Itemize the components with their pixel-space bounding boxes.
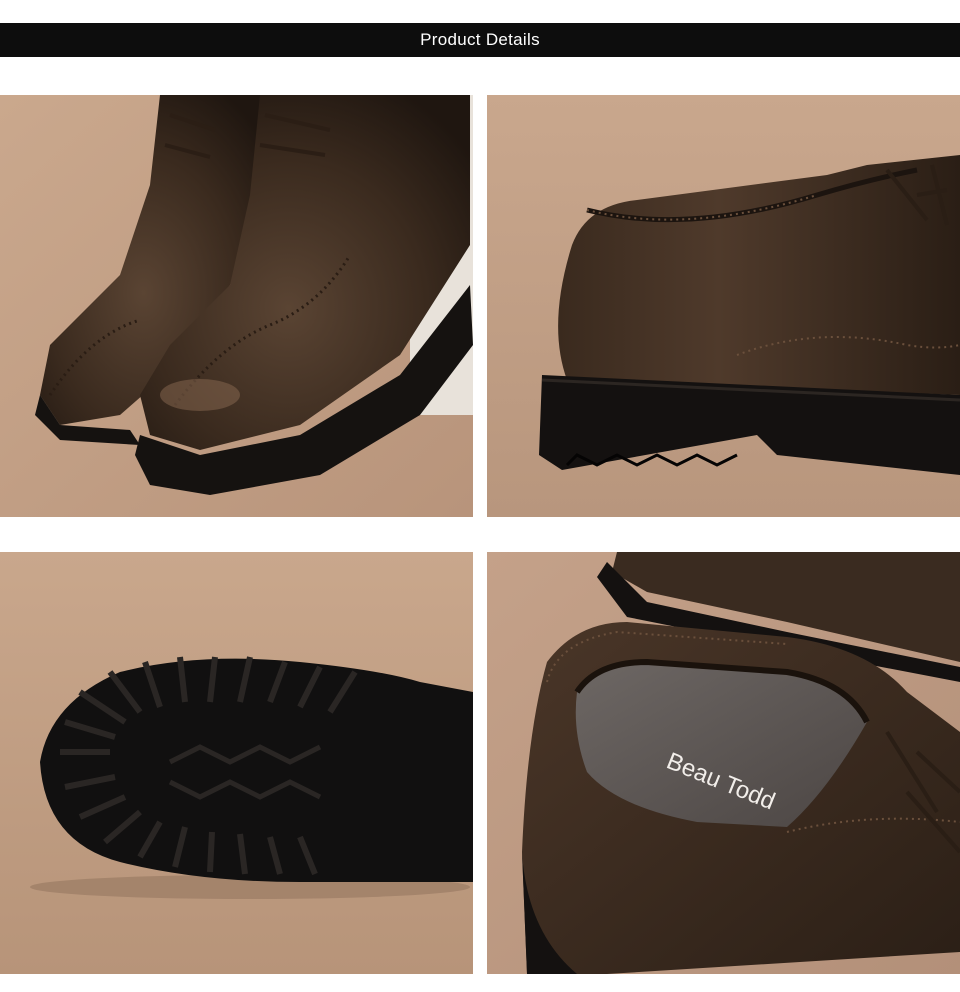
shoe-heel-side-photo	[487, 95, 960, 517]
page-title: Product Details	[420, 30, 540, 49]
lug-sole-bottom-photo	[0, 552, 473, 974]
insole-brand-photo: Beau Todd	[487, 552, 960, 974]
header-bar: Product Details	[0, 23, 960, 57]
brogue-toe-closeup-photo	[0, 95, 473, 517]
